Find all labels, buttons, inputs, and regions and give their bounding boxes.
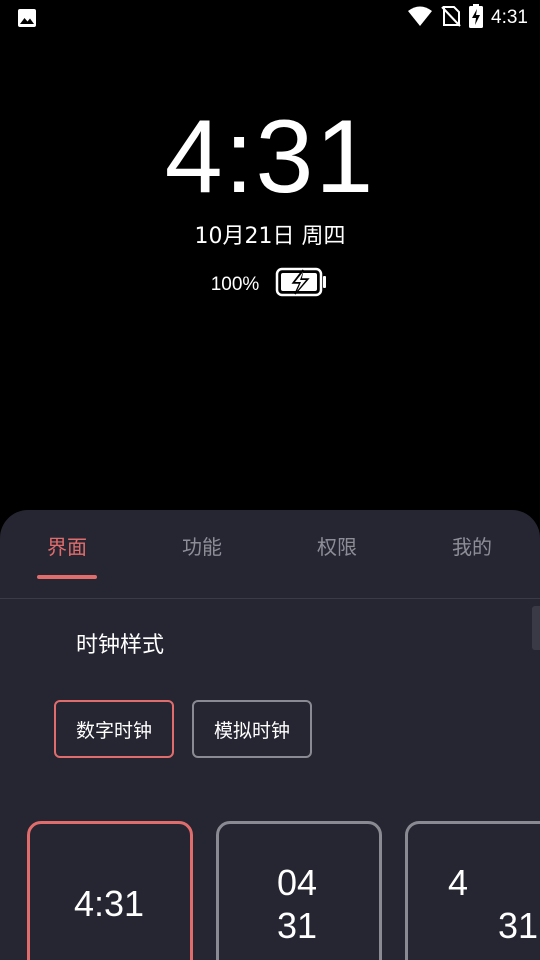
scrollbar[interactable] [532,606,540,650]
battery-percent: 100% [210,274,260,295]
preview-hour: 4 [448,862,469,903]
status-bar: 4:31 [0,0,540,36]
clock-preview-card-3[interactable]: 4 31 [405,821,540,960]
battery-icon [275,266,329,304]
preview-time: 4:31 [74,883,145,924]
preview-hour: 04 [277,862,318,903]
wifi-icon [407,5,433,31]
status-time: 4:31 [491,7,528,28]
tab-indicator [37,575,97,579]
image-icon [17,8,37,32]
tab-interface[interactable]: 界面 [22,532,112,562]
tab-features[interactable]: 功能 [157,532,247,562]
no-sim-icon [441,5,461,31]
preview-minute: 31 [277,905,318,946]
clock-style-title: 时钟样式 [76,633,165,658]
clock-preview-card-1[interactable]: 4:31 [27,821,193,960]
battery-charging-icon [469,4,484,32]
digital-clock-button[interactable]: 数字时钟 [54,700,174,758]
tab-permissions[interactable]: 权限 [292,532,382,562]
clock-time: 4:31 [164,99,376,215]
clock-date: 10月21日 周四 [194,224,346,249]
battery-status: 100% [0,266,540,304]
clock-preview-card-2[interactable]: 04 31 [216,821,382,960]
settings-panel: 界面 功能 权限 我的 时钟样式 数字时钟 模拟时钟 4:31 04 31 4 … [0,510,540,960]
tab-bar: 界面 功能 权限 我的 [0,510,540,599]
tab-mine[interactable]: 我的 [427,532,517,562]
analog-clock-button[interactable]: 模拟时钟 [192,700,312,758]
preview-minute: 31 [498,905,539,946]
